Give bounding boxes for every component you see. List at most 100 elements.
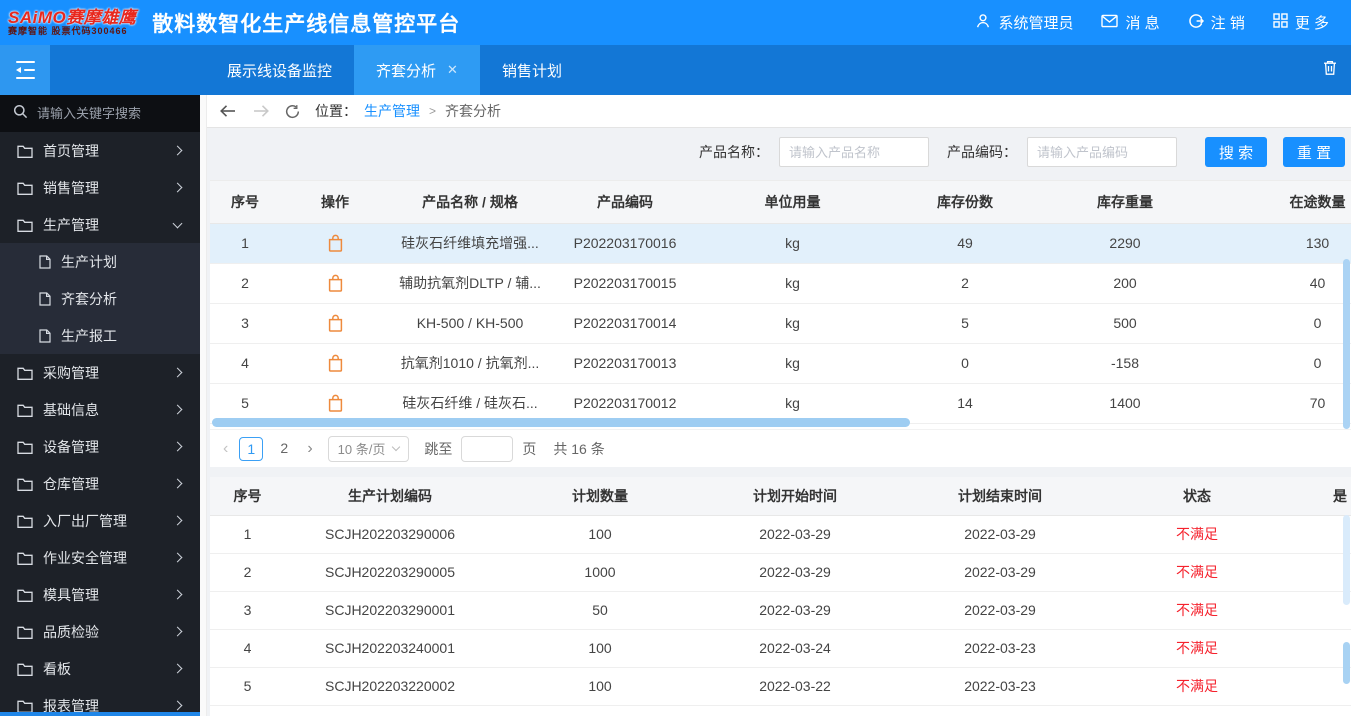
sidebar-item-3[interactable]: 采购管理 bbox=[0, 354, 200, 391]
folder-icon bbox=[17, 588, 33, 602]
user-name: 系统管理员 bbox=[998, 15, 1074, 32]
breadcrumb-prefix: 位置： bbox=[315, 103, 357, 119]
picking-bag-icon[interactable] bbox=[327, 394, 344, 412]
col-plan-end: 计划结束时间 bbox=[885, 477, 1115, 516]
plan-row[interactable]: 3 SCJH202203290001 50 2022-03-29 2022-03… bbox=[210, 591, 1351, 630]
forward-button[interactable] bbox=[252, 104, 270, 118]
sidebar-subitem-0[interactable]: 生产计划 bbox=[0, 243, 200, 280]
next-page-button[interactable]: › bbox=[305, 440, 314, 458]
jump-page-input[interactable] bbox=[461, 435, 514, 462]
sidebar-search-input[interactable] bbox=[37, 106, 187, 121]
chevron-right-icon bbox=[172, 441, 183, 452]
product-row[interactable]: 4 抗氧剂1010 / 抗氧剂... P202203170013 kg 0 -1… bbox=[210, 343, 1351, 384]
picking-bag-icon[interactable] bbox=[327, 354, 344, 372]
page-size-select[interactable]: 10 条/页 bbox=[327, 435, 410, 462]
page-2-button[interactable]: 2 bbox=[272, 437, 296, 461]
operation-cell bbox=[280, 343, 390, 384]
sidebar-item-8[interactable]: 作业安全管理 bbox=[0, 539, 200, 576]
sidebar-item-10[interactable]: 品质检验 bbox=[0, 613, 200, 650]
reset-button[interactable]: 重 置 bbox=[1283, 137, 1345, 167]
back-button[interactable] bbox=[219, 104, 237, 118]
clipped-cell bbox=[1279, 629, 1351, 668]
sidebar-scrollbar[interactable] bbox=[0, 712, 200, 716]
plan-qty-cell: 100 bbox=[495, 667, 705, 706]
unit-cell: kg bbox=[700, 383, 885, 424]
sidebar-item-1[interactable]: 销售管理 bbox=[0, 169, 200, 206]
plan-row[interactable]: 1 SCJH202203290006 100 2022-03-29 2022-0… bbox=[210, 515, 1351, 554]
logout-link[interactable]: 注 销 bbox=[1188, 12, 1245, 33]
plan-row[interactable]: 2 SCJH202203290005 1000 2022-03-29 2022-… bbox=[210, 553, 1351, 592]
main-scrollbar-track[interactable] bbox=[200, 95, 207, 716]
picking-bag-icon[interactable] bbox=[327, 314, 344, 332]
tab-2[interactable]: 销售计划 bbox=[480, 45, 584, 95]
sidebar-item-label: 首页管理 bbox=[43, 142, 99, 159]
folder-icon bbox=[17, 366, 33, 380]
breadcrumb-current: 齐套分析 bbox=[445, 103, 502, 119]
logout-icon bbox=[1188, 13, 1204, 33]
sidebar-collapse-button[interactable] bbox=[0, 45, 50, 95]
close-icon[interactable]: ✕ bbox=[447, 62, 458, 78]
chevron-right-icon bbox=[172, 478, 183, 489]
sidebar-item-5[interactable]: 设备管理 bbox=[0, 428, 200, 465]
sidebar-item-11[interactable]: 看板 bbox=[0, 650, 200, 687]
page-1-button[interactable]: 1 bbox=[239, 436, 264, 461]
sidebar-item-4[interactable]: 基础信息 bbox=[0, 391, 200, 428]
sidebar-subitem-1[interactable]: 齐套分析 bbox=[0, 280, 200, 317]
refresh-button[interactable] bbox=[285, 104, 300, 119]
close-all-tabs-button[interactable] bbox=[1322, 45, 1338, 95]
unit-cell: kg bbox=[700, 343, 885, 384]
product-row[interactable]: 3 KH-500 / KH-500 P202203170014 kg 5 500… bbox=[210, 303, 1351, 344]
plan-qty-cell: 100 bbox=[495, 515, 705, 554]
product-name-input[interactable] bbox=[779, 137, 929, 167]
product-row[interactable]: 5 硅灰石纤维 / 硅灰石... P202203170012 kg 14 140… bbox=[210, 383, 1351, 424]
horizontal-scrollbar[interactable] bbox=[212, 418, 910, 427]
chevron-right-icon bbox=[172, 515, 183, 526]
plan-row[interactable]: 5 SCJH202203220002 100 2022-03-22 2022-0… bbox=[210, 667, 1351, 706]
product-name-cell: KH-500 / KH-500 bbox=[390, 303, 550, 344]
search-button[interactable]: 搜 索 bbox=[1205, 137, 1267, 167]
vertical-scrollbar-track[interactable] bbox=[1343, 515, 1350, 605]
sidebar-subitem-label: 生产报工 bbox=[61, 327, 117, 344]
tab-1[interactable]: 齐套分析 ✕ bbox=[354, 45, 480, 95]
breadcrumb-section-link[interactable]: 生产管理 bbox=[364, 101, 420, 121]
prev-page-button[interactable]: ‹ bbox=[221, 440, 230, 458]
sidebar-item-label: 作业安全管理 bbox=[43, 549, 127, 566]
breadcrumb: 位置： 生产管理 > 齐套分析 bbox=[207, 95, 1351, 128]
plan-code-cell: SCJH202203290001 bbox=[285, 591, 495, 630]
sidebar-item-label: 看板 bbox=[43, 660, 71, 677]
product-row[interactable]: 1 硅灰石纤维填充增强... P202203170016 kg 49 2290 … bbox=[210, 223, 1351, 264]
product-row[interactable]: 2 辅助抗氧剂DLTP / 辅... P202203170015 kg 2 20… bbox=[210, 263, 1351, 304]
more-link[interactable]: 更 多 bbox=[1273, 12, 1329, 33]
sidebar-item-9[interactable]: 模具管理 bbox=[0, 576, 200, 613]
vertical-scrollbar[interactable] bbox=[1343, 642, 1350, 684]
sidebar-item-0[interactable]: 首页管理 bbox=[0, 132, 200, 169]
sidebar-subitem-2[interactable]: 生产报工 bbox=[0, 317, 200, 354]
tab-label: 销售计划 bbox=[501, 62, 562, 80]
tab-0[interactable]: 展示线设备监控 bbox=[205, 45, 354, 95]
stock-count-cell: 2 bbox=[885, 263, 1045, 304]
sidebar-item-7[interactable]: 入厂出厂管理 bbox=[0, 502, 200, 539]
plan-code-cell: SCJH202203220002 bbox=[285, 667, 495, 706]
vertical-scrollbar[interactable] bbox=[1343, 259, 1350, 429]
messages-link[interactable]: 消 息 bbox=[1101, 12, 1160, 33]
status-cell: 不满足 bbox=[1115, 591, 1279, 630]
sidebar-item-2[interactable]: 生产管理 bbox=[0, 206, 200, 243]
folder-icon bbox=[17, 181, 33, 195]
folder-icon bbox=[17, 477, 33, 491]
chevron-right-icon bbox=[172, 700, 183, 711]
plan-row[interactable]: 4 SCJH202203240001 100 2022-03-24 2022-0… bbox=[210, 629, 1351, 668]
user-menu[interactable]: 系统管理员 bbox=[975, 12, 1073, 33]
main-content: 位置： 生产管理 > 齐套分析 产品名称： 产品编码： 搜 索 重 置 bbox=[207, 95, 1351, 716]
plan-code-cell: SCJH202203240001 bbox=[285, 629, 495, 668]
col-serial: 序号 bbox=[210, 181, 280, 224]
mail-icon bbox=[1101, 14, 1119, 32]
stock-weight-cell: 2290 bbox=[1045, 223, 1205, 264]
pagination: ‹ 1 2 › 10 条/页 跳至 页 共 16 条 bbox=[210, 429, 1351, 467]
sidebar-item-6[interactable]: 仓库管理 bbox=[0, 465, 200, 502]
picking-bag-icon[interactable] bbox=[327, 274, 344, 292]
status-cell: 不满足 bbox=[1115, 629, 1279, 668]
sidebar-search[interactable] bbox=[0, 95, 200, 132]
product-code-input[interactable] bbox=[1027, 137, 1177, 167]
picking-bag-icon[interactable] bbox=[327, 234, 344, 252]
breadcrumb-separator: > bbox=[429, 104, 437, 118]
